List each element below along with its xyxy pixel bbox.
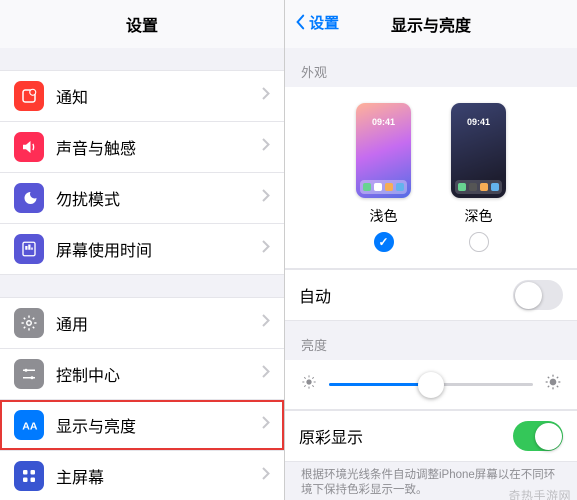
chevron-icon [262,314,270,332]
brightness-high-icon [545,374,561,395]
settings-pane: 设置 通知声音与触感勿扰模式屏幕使用时间 通用控制中心AA显示与亮度主屏幕辅助功… [0,0,285,500]
chevron-icon [262,189,270,207]
brightness-row [285,360,577,410]
light-mode-label: 浅色 [370,206,398,226]
settings-row-sounds[interactable]: 声音与触感 [0,122,284,173]
light-mode-radio[interactable] [374,232,394,252]
notifications-icon [14,81,44,111]
settings-row-general[interactable]: 通用 [0,298,284,349]
chevron-icon [262,240,270,258]
control-icon [14,359,44,389]
truetone-label: 原彩显示 [299,424,513,448]
truetone-note: 根据环境光线条件自动调整iPhone屏幕以在不同环境下保持色彩显示一致。 [285,462,577,500]
light-mode-option[interactable]: 09:41 浅色 [356,103,411,252]
settings-row-screentime[interactable]: 屏幕使用时间 [0,224,284,274]
auto-label: 自动 [299,283,513,307]
settings-row-label: 通知 [56,84,262,108]
truetone-toggle[interactable] [513,421,563,451]
brightness-low-icon [301,374,317,395]
settings-row-notifications[interactable]: 通知 [0,71,284,122]
dark-mode-option[interactable]: 09:41 深色 [451,103,506,252]
settings-row-dnd[interactable]: 勿扰模式 [0,173,284,224]
back-button[interactable]: 设置 [295,12,339,33]
auto-toggle[interactable] [513,280,563,310]
dnd-icon [14,183,44,213]
display-brightness-pane: 设置 显示与亮度 外观 09:41 浅色 09:41 深色 [285,0,577,500]
dark-mode-radio[interactable] [469,232,489,252]
svg-text:AA: AA [22,421,38,433]
settings-row-label: 声音与触感 [56,135,262,159]
dark-mode-label: 深色 [465,206,493,226]
brightness-slider[interactable] [329,383,533,386]
settings-row-label: 显示与亮度 [56,413,262,437]
settings-row-homescreen[interactable]: 主屏幕 [0,451,284,500]
chevron-icon [262,87,270,105]
dark-mode-thumb: 09:41 [451,103,506,198]
settings-row-label: 控制中心 [56,362,262,386]
sounds-icon [14,132,44,162]
display-title: 设置 显示与亮度 [285,0,577,48]
general-icon [14,308,44,338]
homescreen-icon [14,461,44,491]
settings-row-label: 屏幕使用时间 [56,237,262,261]
chevron-icon [262,138,270,156]
auto-appearance-row[interactable]: 自动 [285,270,577,320]
settings-title: 设置 [0,0,284,48]
appearance-section-label: 外观 [285,48,577,87]
chevron-icon [262,467,270,485]
appearance-picker: 09:41 浅色 09:41 深色 [285,87,577,269]
settings-row-display[interactable]: AA 显示与亮度 [0,400,284,451]
chevron-icon [262,365,270,383]
truetone-row[interactable]: 原彩显示 [285,411,577,461]
screentime-icon [14,234,44,264]
chevron-icon [262,416,270,434]
settings-row-label: 勿扰模式 [56,186,262,210]
settings-row-control[interactable]: 控制中心 [0,349,284,400]
display-icon: AA [14,410,44,440]
settings-row-label: 通用 [56,311,262,335]
settings-row-label: 主屏幕 [56,464,262,488]
brightness-section-label: 亮度 [285,321,577,360]
light-mode-thumb: 09:41 [356,103,411,198]
